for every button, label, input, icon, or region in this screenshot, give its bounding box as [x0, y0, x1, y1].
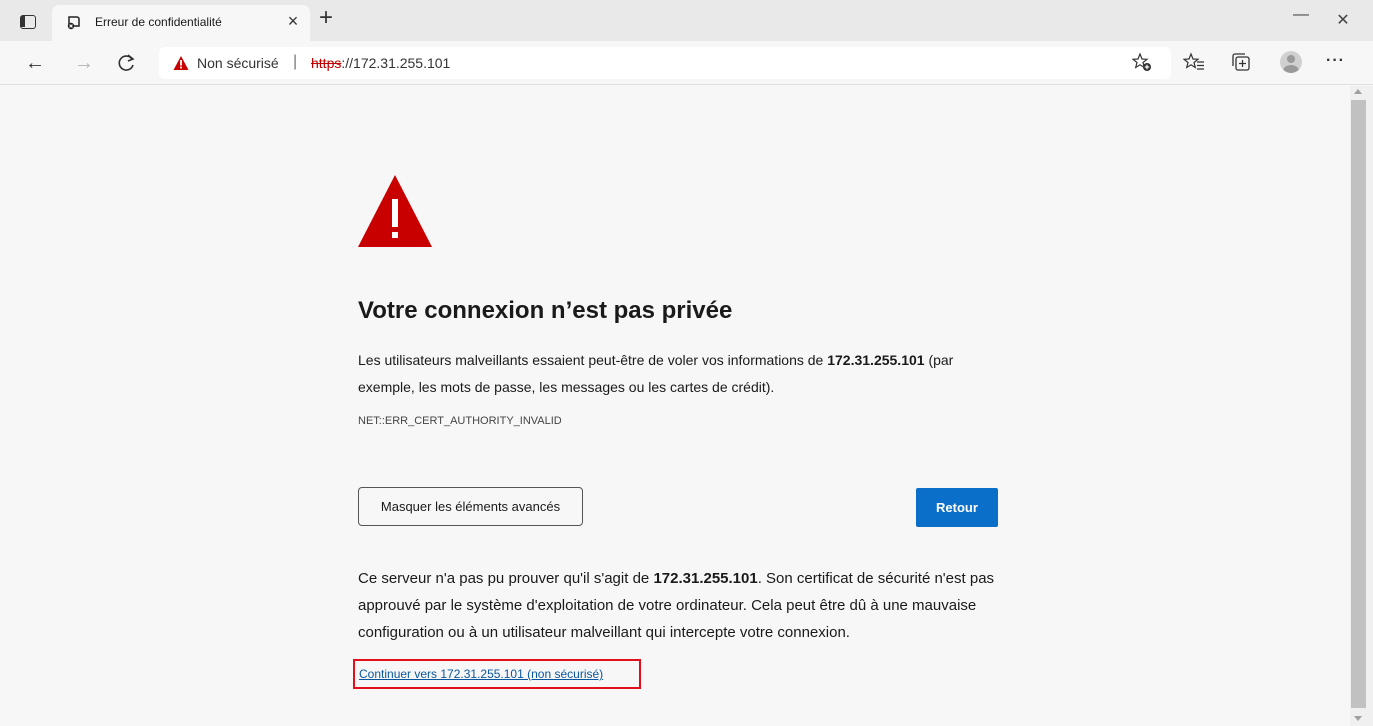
url-host: ://172.31.255.101 — [341, 55, 451, 71]
scroll-up-arrow-icon[interactable] — [1354, 89, 1362, 94]
reload-icon[interactable] — [116, 53, 136, 73]
address-separator: | — [293, 53, 298, 70]
window-close-button[interactable]: ✕ — [1328, 10, 1358, 30]
url-scheme: https — [311, 55, 342, 71]
broken-lock-favicon-icon — [67, 16, 80, 30]
hide-advanced-button[interactable]: Masquer les éléments avancés — [358, 487, 583, 526]
minimize-button[interactable]: — — [1286, 6, 1316, 24]
add-favorite-icon[interactable] — [1132, 52, 1152, 72]
proceed-unsafe-link[interactable]: Continuer vers 172.31.255.101 (non sécur… — [359, 667, 603, 681]
profile-avatar[interactable] — [1280, 51, 1302, 73]
scrollbar-thumb[interactable] — [1351, 100, 1366, 708]
warning-triangle-icon[interactable] — [173, 55, 189, 71]
address-bar[interactable]: Non sécurisé | https://172.31.255.101 — [159, 47, 1171, 79]
back-button[interactable]: ← — [22, 50, 48, 76]
back-to-safety-button[interactable]: Retour — [916, 488, 998, 527]
tab-close-icon[interactable]: × — [284, 11, 302, 32]
tab-active[interactable]: Erreur de confidentialité × — [52, 5, 310, 41]
title-bar: Erreur de confidentialité × + — ✕ — [0, 0, 1373, 41]
explanation-host: 172.31.255.101 — [653, 570, 758, 587]
toolbar: ← → Non sécurisé | https://172.31.255.10… — [0, 41, 1373, 85]
advanced-explanation: Ce serveur n'a pas pu prouver qu'il s'ag… — [358, 565, 1008, 646]
new-tab-button[interactable]: + — [319, 6, 333, 30]
tab-actions-icon[interactable] — [20, 15, 36, 29]
forward-button[interactable]: → — [71, 50, 97, 76]
explanation-text: Ce serveur n'a pas pu prouver qu'il s'ag… — [358, 570, 654, 587]
favorites-icon[interactable] — [1183, 51, 1205, 73]
warning-alert-icon — [358, 175, 432, 247]
security-status-label[interactable]: Non sécurisé — [197, 55, 279, 71]
description-text: Les utilisateurs malveillants essaient p… — [358, 352, 828, 368]
scroll-down-arrow-icon[interactable] — [1354, 716, 1362, 721]
warning-description: Les utilisateurs malveillants essaient p… — [358, 347, 1008, 401]
error-code: NET::ERR_CERT_AUTHORITY_INVALID — [358, 415, 562, 427]
tab-title: Erreur de confidentialité — [95, 15, 222, 29]
page-title: Votre connexion n’est pas privée — [358, 297, 733, 324]
collections-icon[interactable] — [1230, 51, 1252, 73]
more-menu-button[interactable]: ··· — [1326, 52, 1345, 70]
description-host: 172.31.255.101 — [827, 352, 925, 368]
url-text[interactable]: https://172.31.255.101 — [311, 55, 450, 71]
